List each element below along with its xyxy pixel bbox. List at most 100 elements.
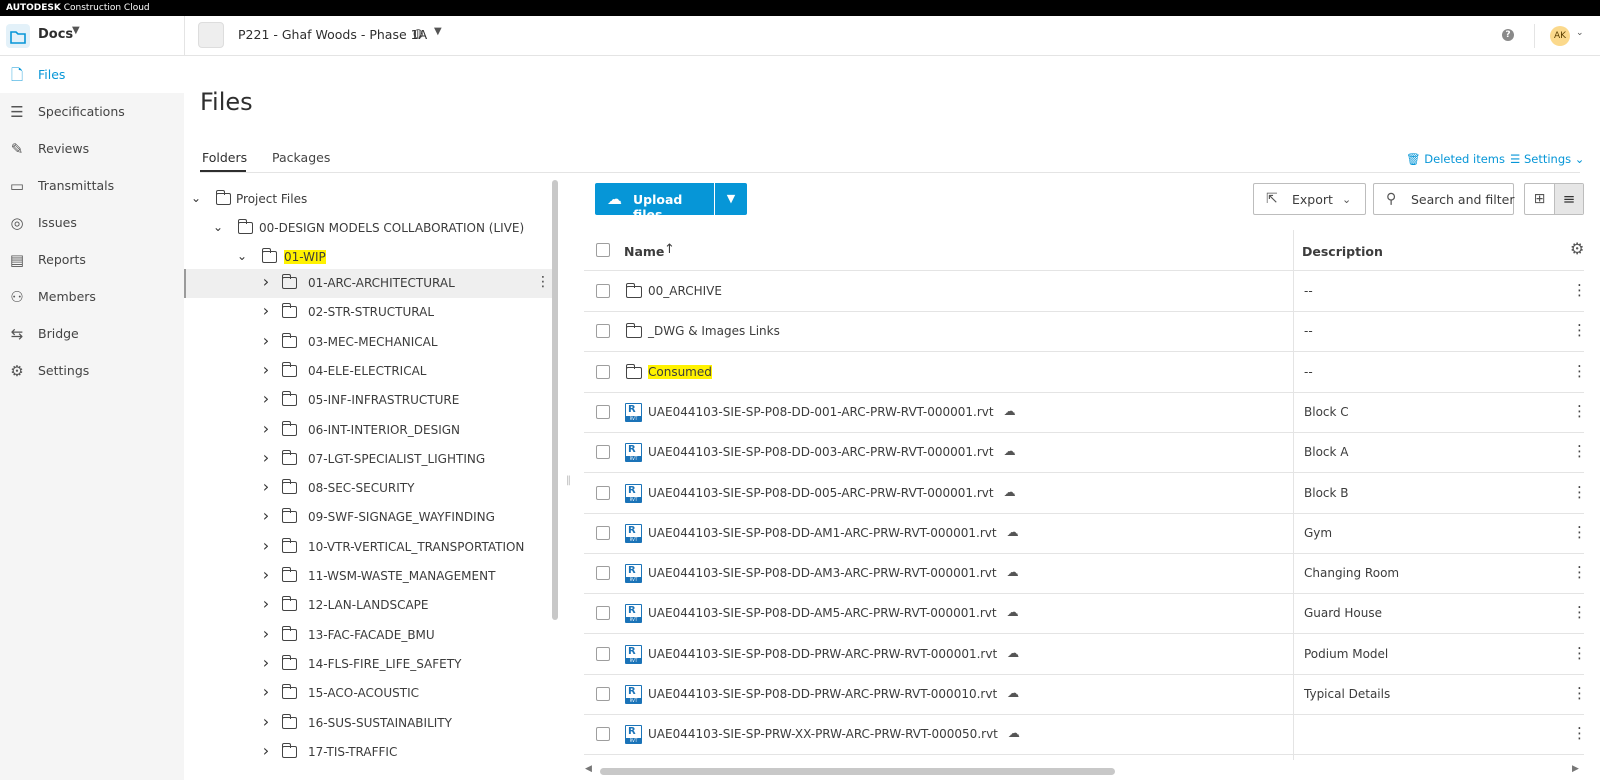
more-options-icon[interactable]: ⋮ — [536, 274, 550, 290]
sort-ascending-icon[interactable]: ↑ — [664, 242, 675, 257]
user-avatar[interactable]: AK — [1550, 26, 1570, 46]
sidebar-item-settings[interactable]: ⚙ Settings — [0, 353, 184, 389]
row-checkbox[interactable] — [596, 606, 610, 621]
tree-item-folder[interactable]: › 01-ARC-ARCHITECTURAL ⋮ — [184, 269, 556, 298]
chevron-right-icon[interactable]: › — [260, 477, 272, 496]
table-row[interactable]: R RVT UAE044103-SIE-SP-P08-DD-PRW-ARC-PRW-… — [584, 634, 1587, 675]
chevron-right-icon[interactable]: › — [260, 448, 272, 467]
tree-item-folder[interactable]: › 05-INF-INFRASTRUCTURE — [184, 386, 556, 415]
tree-item-folder[interactable]: › 02-STR-STRUCTURAL — [184, 298, 556, 327]
table-row[interactable]: Consumed -- ⋮ — [584, 352, 1587, 393]
more-options-icon[interactable]: ⋮ — [1572, 563, 1587, 581]
file-name-link[interactable]: UAE044103-SIE-SP-P08-DD-005-ARC-PRW-RVT-… — [648, 486, 994, 500]
project-thumbnail[interactable] — [198, 22, 224, 48]
list-view-icon[interactable]: ≡ — [1554, 184, 1583, 214]
file-name-link[interactable]: UAE044103-SIE-SP-P08-DD-AM1-ARC-PRW-RVT-… — [648, 526, 997, 540]
tree-item-folder[interactable]: › 10-VTR-VERTICAL_TRANSPORTATION — [184, 533, 556, 562]
sidebar-item-specifications[interactable]: ☰ Specifications — [0, 94, 184, 130]
chevron-right-icon[interactable]: › — [260, 506, 272, 525]
chevron-down-icon[interactable]: ⌄ — [236, 249, 248, 263]
tree-item-folder[interactable]: › 17-TIS-TRAFFIC — [184, 738, 556, 767]
row-checkbox[interactable] — [596, 727, 610, 742]
tab-folders[interactable]: Folders — [202, 150, 247, 165]
tree-item-folder[interactable]: › 11-WSM-WASTE_MANAGEMENT — [184, 562, 556, 591]
file-name-link[interactable]: UAE044103-SIE-SP-PRW-XX-PRW-ARC-PRW-RVT-… — [648, 727, 998, 741]
chevron-right-icon[interactable]: › — [260, 419, 272, 438]
tree-item-folder[interactable]: › 08-SEC-SECURITY — [184, 474, 556, 503]
select-all-checkbox[interactable] — [596, 243, 610, 257]
chevron-right-icon[interactable]: › — [260, 712, 272, 731]
chevron-right-icon[interactable]: › — [260, 594, 272, 613]
avatar-caret-icon[interactable]: ⌄ — [1576, 28, 1584, 38]
tree-item-wip[interactable]: ⌄ 01-WIP — [184, 243, 556, 272]
table-row[interactable]: R RVT UAE044103-SIE-SP-P08-DD-003-ARC-PRW-… — [584, 432, 1587, 474]
row-checkbox[interactable] — [596, 566, 610, 581]
row-checkbox[interactable] — [596, 646, 610, 661]
more-options-icon[interactable]: ⋮ — [1572, 603, 1587, 621]
file-name-link[interactable]: _DWG & Images Links — [648, 324, 780, 338]
more-options-icon[interactable]: ⋮ — [1572, 281, 1587, 299]
file-name-link[interactable]: UAE044103-SIE-SP-P08-DD-PRW-ARC-PRW-RVT-… — [648, 647, 997, 661]
row-checkbox[interactable] — [596, 687, 610, 701]
export-button[interactable]: ⇱ Export ⌄ — [1253, 183, 1366, 215]
tree-item-folder[interactable]: › 06-INT-INTERIOR_DESIGN — [184, 416, 556, 445]
sidebar-item-issues[interactable]: ◎ Issues — [0, 205, 184, 241]
row-checkbox[interactable] — [596, 324, 610, 339]
chevron-right-icon[interactable]: › — [260, 653, 272, 672]
more-options-icon[interactable]: ⋮ — [1572, 442, 1587, 460]
chevron-right-icon[interactable]: › — [260, 360, 272, 379]
sidebar-item-reviews[interactable]: ✎ Reviews — [0, 131, 184, 167]
scroll-right-arrow-icon[interactable]: ▶ — [1572, 764, 1579, 774]
chevron-right-icon[interactable]: › — [260, 624, 272, 643]
table-row[interactable]: 00_ARCHIVE -- ⋮ — [584, 271, 1587, 312]
table-row[interactable]: R RVT UAE044103-SIE-SP-P08-DD-AM3-ARC-PRW-… — [584, 553, 1587, 595]
file-name-link[interactable]: UAE044103-SIE-SP-P08-DD-AM3-ARC-PRW-RVT-… — [648, 566, 997, 580]
chevron-right-icon[interactable]: › — [260, 536, 272, 555]
tree-item-folder[interactable]: › 13-FAC-FACADE_BMU — [184, 621, 556, 650]
tree-item-folder[interactable]: › 04-ELE-ELECTRICAL — [184, 357, 556, 386]
more-options-icon[interactable]: ⋮ — [1572, 684, 1587, 702]
more-options-icon[interactable]: ⋮ — [1572, 724, 1587, 742]
help-icon[interactable]: ? — [1502, 29, 1514, 41]
sidebar-item-reports[interactable]: ▤ Reports — [0, 242, 184, 278]
docs-app-icon[interactable] — [6, 24, 30, 48]
more-options-icon[interactable]: ⋮ — [1572, 483, 1587, 501]
row-checkbox[interactable] — [596, 485, 610, 500]
horizontal-scrollbar[interactable] — [600, 768, 1115, 775]
chevron-right-icon[interactable]: › — [260, 389, 272, 408]
grid-view-icon[interactable]: ⊞ — [1525, 184, 1554, 214]
deleted-items-link[interactable]: 🗑 Deleted items — [1406, 152, 1505, 166]
chevron-right-icon[interactable]: › — [260, 682, 272, 701]
table-row[interactable]: R RVT UAE044103-SIE-SP-P08-DD-001-ARC-PRW-… — [584, 392, 1587, 433]
tree-item-project-files[interactable]: ⌄ Project Files — [184, 185, 556, 214]
row-checkbox[interactable] — [596, 284, 610, 298]
column-settings-gear-icon[interactable]: ⚙ — [1570, 239, 1584, 258]
name-column-header[interactable]: Name — [624, 244, 664, 259]
chevron-right-icon[interactable]: › — [260, 272, 272, 291]
file-name-link[interactable]: 00_ARCHIVE — [648, 284, 722, 298]
file-name-link[interactable]: UAE044103-SIE-SP-P08-DD-003-ARC-PRW-RVT-… — [648, 445, 994, 459]
chevron-down-icon[interactable]: ⌄ — [190, 191, 202, 205]
tree-item-folder[interactable]: › 16-SUS-SUSTAINABILITY — [184, 709, 556, 738]
more-options-icon[interactable]: ⋮ — [1572, 321, 1587, 339]
tree-item-folder[interactable]: › 09-SWF-SIGNAGE_WAYFINDING — [184, 503, 556, 532]
more-options-icon[interactable]: ⋮ — [1572, 644, 1587, 662]
row-checkbox[interactable] — [596, 525, 610, 540]
more-options-icon[interactable]: ⋮ — [1572, 402, 1587, 420]
more-options-icon[interactable]: ⋮ — [1572, 523, 1587, 541]
tree-item-folder[interactable]: › 14-FLS-FIRE_LIFE_SAFETY — [184, 650, 556, 679]
chevron-right-icon[interactable]: › — [260, 301, 272, 320]
tab-packages[interactable]: Packages — [272, 150, 330, 165]
chevron-right-icon[interactable]: › — [260, 565, 272, 584]
app-switcher-label[interactable]: Docs — [38, 27, 73, 42]
table-row[interactable]: _DWG & Images Links -- ⋮ — [584, 311, 1587, 353]
sidebar-item-bridge[interactable]: ⇆ Bridge — [0, 316, 184, 352]
chevron-right-icon[interactable]: › — [260, 331, 272, 350]
app-switcher-caret-icon[interactable]: ▼ — [72, 25, 80, 36]
row-checkbox[interactable] — [596, 364, 610, 379]
row-checkbox[interactable] — [596, 445, 610, 460]
chevron-right-icon[interactable]: › — [260, 741, 272, 760]
project-caret-icon[interactable]: ▼ — [434, 26, 442, 37]
chevron-down-icon[interactable]: ⌄ — [212, 220, 224, 234]
file-name-link[interactable]: UAE044103-SIE-SP-P08-DD-PRW-ARC-PRW-RVT-… — [648, 687, 997, 701]
